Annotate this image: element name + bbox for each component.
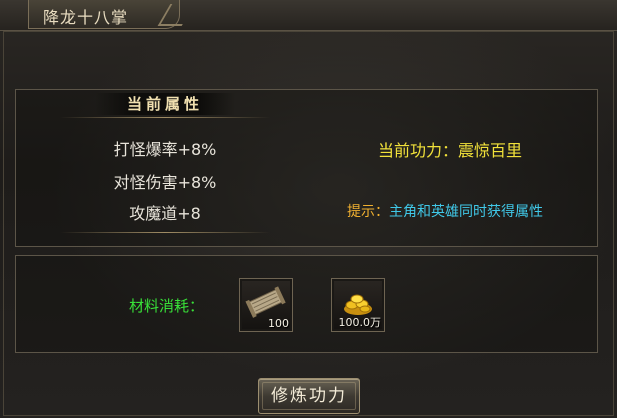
attribute-line-attack: 攻魔道+8 [129,204,201,223]
attribute-header: 当前属性 [95,93,235,115]
train-skill-button[interactable]: 修炼功力 [258,378,360,414]
skill-window: 降龙十八掌 当前属性 打怪爆率+8% 对怪伤害+8% 攻魔道+8 当前功力：震惊… [0,0,617,418]
footer-divider [60,232,270,233]
title-bar[interactable]: 降龙十八掌 [0,0,617,31]
tip-content: 主角和英雄同时获得属性 [389,204,543,220]
window-title: 降龙十八掌 [43,8,129,27]
current-skill-level: 当前功力：震惊百里 [378,141,523,160]
attribute-line-damage: 对怪伤害+8% [113,173,217,192]
attribute-line-drop-rate: 打怪爆率+8% [113,140,217,159]
material-panel [15,255,598,353]
tip-text: 提示：主角和英雄同时获得属性 [347,201,543,221]
material-slot-scroll[interactable]: 100 [239,278,293,332]
material-count: 100.0万 [338,316,382,329]
material-slot-gold[interactable]: 100.0万 [331,278,385,332]
material-cost-label: 材料消耗： [129,297,205,315]
header-divider [60,117,270,118]
material-count: 100 [268,317,289,330]
tip-label: 提示： [347,204,389,220]
